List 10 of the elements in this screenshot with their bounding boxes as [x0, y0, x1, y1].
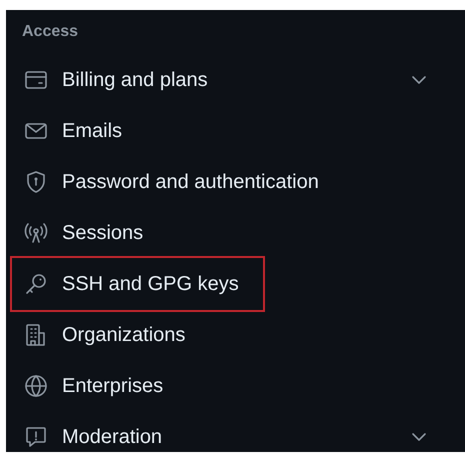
section-header: Access	[22, 22, 78, 42]
broadcast-icon	[24, 220, 48, 244]
key-icon	[24, 272, 48, 296]
chevron-icon[interactable]	[411, 432, 427, 442]
report-icon	[24, 424, 48, 448]
sidebar-item[interactable]: SSH and GPG keys	[10, 256, 265, 312]
chevron-icon[interactable]	[411, 74, 427, 84]
shield-icon	[24, 170, 48, 194]
building-icon	[24, 322, 48, 346]
globe-icon	[24, 374, 48, 398]
